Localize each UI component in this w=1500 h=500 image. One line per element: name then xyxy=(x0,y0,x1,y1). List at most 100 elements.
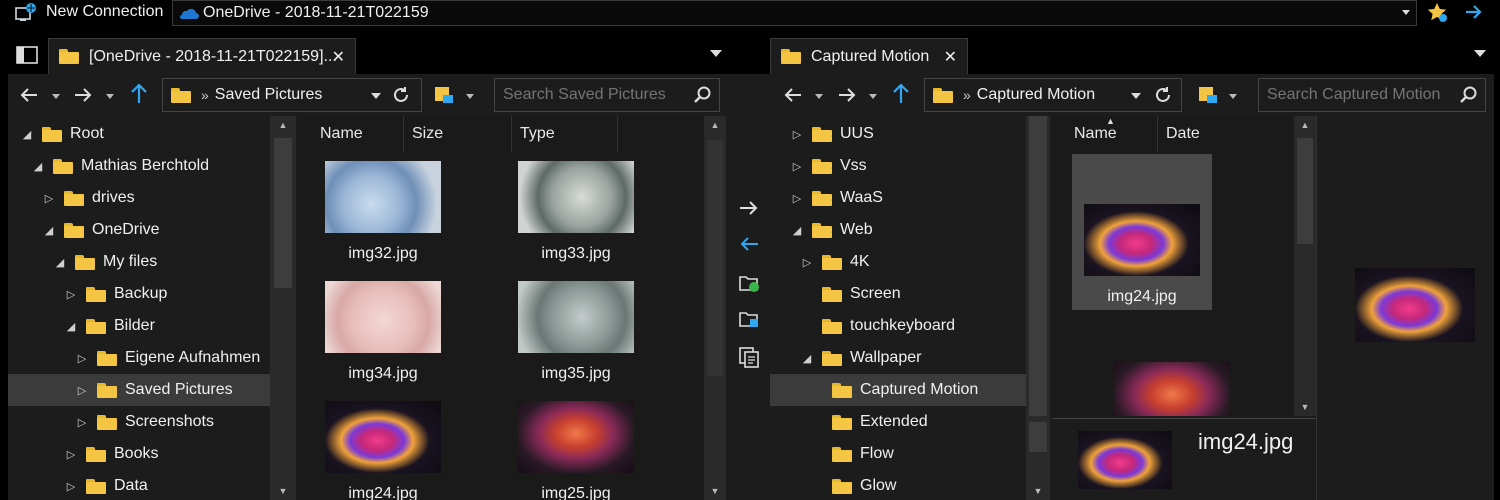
tree-item[interactable]: Extended xyxy=(770,406,1026,438)
tree-item[interactable]: ◢ My files xyxy=(8,246,270,278)
scroll-up-icon[interactable]: ▲ xyxy=(1294,116,1316,134)
search-icon[interactable] xyxy=(693,85,713,110)
tree-item[interactable]: ◢ Mathias Berchtold xyxy=(8,150,270,182)
file-item[interactable]: img34.jpg xyxy=(298,281,483,383)
tree-item[interactable]: ◢ Wallpaper xyxy=(770,342,1026,374)
back-history-icon[interactable] xyxy=(52,94,60,99)
back-icon[interactable] xyxy=(18,84,40,110)
tree-item[interactable]: ▷ Books xyxy=(8,438,270,470)
close-icon[interactable]: ✕ xyxy=(332,47,345,67)
left-search-box[interactable] xyxy=(494,78,720,112)
left-path-box[interactable]: » Saved Pictures xyxy=(162,78,422,112)
tree-item[interactable]: ◢ Root xyxy=(8,118,270,150)
left-tab[interactable]: [OneDrive - 2018-11-21T022159]... ✕ xyxy=(48,38,356,74)
expand-icon[interactable]: ▷ xyxy=(75,384,89,397)
expand-icon[interactable]: ▷ xyxy=(800,256,814,269)
collapse-icon[interactable]: ◢ xyxy=(790,224,804,237)
chevron-down-icon[interactable] xyxy=(1402,10,1410,15)
view-dropdown-icon[interactable] xyxy=(466,94,474,99)
tree-item[interactable]: ▷ 4K xyxy=(770,246,1026,278)
up-icon[interactable] xyxy=(128,82,150,110)
tree-item[interactable]: Screen xyxy=(770,278,1026,310)
collapse-icon[interactable]: ◢ xyxy=(42,224,56,237)
column-date[interactable]: Date xyxy=(1158,116,1292,152)
scroll-thumb[interactable] xyxy=(1297,138,1313,244)
close-icon[interactable]: ✕ xyxy=(944,47,957,67)
right-tab[interactable]: Captured Motion ✕ xyxy=(770,38,968,74)
scroll-down-icon[interactable]: ▼ xyxy=(1294,398,1316,416)
copy-left-icon[interactable] xyxy=(738,234,760,259)
back-icon[interactable] xyxy=(782,84,804,110)
tree-item[interactable]: ▷ Saved Pictures xyxy=(8,374,270,406)
forward-history-icon[interactable] xyxy=(106,94,114,99)
expand-icon[interactable]: ▷ xyxy=(75,352,89,365)
scroll-up-icon[interactable]: ▲ xyxy=(704,116,726,134)
right-search-input[interactable] xyxy=(1267,86,1457,104)
file-item[interactable] xyxy=(1072,362,1272,416)
sync-folder-icon[interactable] xyxy=(738,272,760,299)
forward-icon[interactable] xyxy=(836,84,858,110)
tree-item[interactable]: touchkeyboard xyxy=(770,310,1026,342)
left-files-scrollbar[interactable]: ▲ ▼ xyxy=(704,116,726,500)
tree-item[interactable]: Captured Motion xyxy=(770,374,1026,406)
connection-label[interactable]: New Connection xyxy=(46,3,163,21)
view-dropdown-icon[interactable] xyxy=(1229,94,1237,99)
copy-right-icon[interactable] xyxy=(738,198,760,223)
left-file-list[interactable]: Name Size Type img32.jpg img33.jpg img34.j… xyxy=(298,116,704,500)
tree-item[interactable]: ◢ OneDrive xyxy=(8,214,270,246)
scroll-down-icon[interactable]: ▼ xyxy=(704,482,726,500)
right-search-box[interactable] xyxy=(1258,78,1486,112)
left-tree-scrollbar[interactable]: ▲ ▼ xyxy=(270,116,296,500)
file-item[interactable]: img32.jpg xyxy=(298,161,483,263)
collapse-icon[interactable]: ◢ xyxy=(31,160,45,173)
up-icon[interactable] xyxy=(890,82,912,110)
chevron-down-icon[interactable] xyxy=(710,50,722,57)
right-files-scrollbar[interactable]: ▲ ▼ xyxy=(1294,116,1316,416)
expand-icon[interactable]: ▷ xyxy=(64,448,78,461)
file-item[interactable]: img35.jpg xyxy=(476,281,676,383)
tree-item[interactable]: Flow xyxy=(770,438,1026,470)
scroll-thumb[interactable] xyxy=(1029,116,1047,416)
connection-icon[interactable] xyxy=(14,2,38,29)
file-item[interactable]: img33.jpg xyxy=(476,161,676,263)
tree-item[interactable]: ◢ Bilder xyxy=(8,310,270,342)
compare-folder-icon[interactable] xyxy=(738,308,760,335)
back-history-icon[interactable] xyxy=(815,94,823,99)
path-dropdown-icon[interactable] xyxy=(1131,93,1141,99)
right-path-box[interactable]: » Captured Motion xyxy=(924,78,1182,112)
forward-icon[interactable] xyxy=(72,84,94,110)
right-file-list[interactable]: ▲ Name Date img24.jpg xyxy=(1052,116,1292,416)
scroll-down-icon[interactable]: ▼ xyxy=(270,482,296,500)
scroll-thumb[interactable] xyxy=(274,138,292,288)
address-combo[interactable]: OneDrive - 2018-11-21T022159 xyxy=(172,0,1417,26)
collapse-icon[interactable]: ◢ xyxy=(20,128,34,141)
tree-item[interactable]: ▷ Backup xyxy=(8,278,270,310)
tree-item[interactable]: ▷ Vss xyxy=(770,150,1026,182)
tree-item[interactable]: ◢ Web xyxy=(770,214,1026,246)
right-folder-tree[interactable]: ▷ UUS ▷ Vss ▷ WaaS ◢ Web ▷ 4K Screen touchkeyboard ◢… xyxy=(770,116,1026,500)
column-name[interactable]: Name xyxy=(1052,116,1158,152)
refresh-icon[interactable] xyxy=(1153,85,1173,110)
expand-icon[interactable]: ▷ xyxy=(64,288,78,301)
tree-item[interactable]: ▷ Eigene Aufnahmen xyxy=(8,342,270,374)
expand-icon[interactable]: ▷ xyxy=(790,160,804,173)
tree-item[interactable]: ▷ Data xyxy=(8,470,270,500)
tree-item[interactable]: ▷ drives xyxy=(8,182,270,214)
column-size[interactable]: Size xyxy=(404,116,512,152)
tree-item[interactable]: Glow xyxy=(770,470,1026,500)
scroll-thumb-lower[interactable] xyxy=(1029,422,1047,452)
folder-view-icon[interactable] xyxy=(434,84,456,111)
collapse-icon[interactable]: ◢ xyxy=(53,256,67,269)
expand-icon[interactable]: ▷ xyxy=(790,192,804,205)
scroll-up-icon[interactable]: ▲ xyxy=(270,116,296,134)
right-tree-scrollbar[interactable]: ▼ xyxy=(1026,116,1050,500)
go-icon[interactable] xyxy=(1463,1,1485,28)
forward-history-icon[interactable] xyxy=(869,94,877,99)
left-folder-tree[interactable]: ◢ Root ◢ Mathias Berchtold ▷ drives ◢ OneDrive ◢… xyxy=(8,116,270,500)
expand-icon[interactable]: ▷ xyxy=(790,128,804,141)
clipboard-icon[interactable] xyxy=(738,346,760,373)
file-item[interactable]: img24.jpg xyxy=(1072,154,1212,310)
favorites-icon[interactable] xyxy=(1425,1,1449,30)
collapse-icon[interactable]: ◢ xyxy=(64,320,78,333)
scroll-down-icon[interactable]: ▼ xyxy=(1026,482,1050,500)
